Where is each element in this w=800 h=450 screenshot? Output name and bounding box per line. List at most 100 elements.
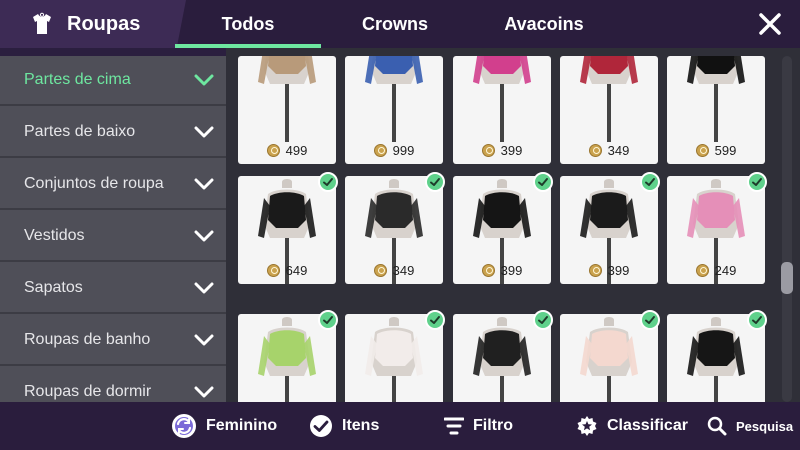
sort-label: Classificar — [607, 417, 688, 434]
avacoin-icon — [588, 264, 602, 277]
item-card[interactable]: 649 — [238, 176, 336, 284]
item-price: 399 — [453, 143, 551, 158]
tab-crowns-label: Crowns — [361, 13, 428, 34]
scrollbar-thumb[interactable] — [781, 262, 793, 294]
sidebar-item-sapatos[interactable]: Sapatos — [0, 264, 226, 314]
item-price-value: 399 — [500, 263, 523, 278]
scrollbar-track[interactable] — [782, 56, 792, 402]
search-icon — [707, 416, 727, 436]
item-card[interactable]: 399 — [453, 56, 551, 164]
category-sidebar: Partes de cima Partes de baixo Conjuntos… — [0, 56, 226, 402]
item-price-value: 999 — [392, 143, 415, 158]
item-price-value: 399 — [607, 263, 630, 278]
page-title: Roupas — [67, 13, 141, 35]
owned-check-icon — [533, 172, 553, 192]
sidebar-item-partes-de-baixo[interactable]: Partes de baixo — [0, 108, 226, 158]
owned-check-icon — [425, 310, 445, 330]
item-price-value: 249 — [714, 263, 737, 278]
item-card[interactable]: 599 — [667, 56, 765, 164]
avacoin-icon — [481, 144, 495, 157]
gender-toggle-button[interactable]: Feminino — [171, 402, 277, 450]
bottom-toolbar: Feminino Itens Filtro Classificar Pesqui… — [0, 402, 800, 450]
item-price: 499 — [238, 143, 336, 158]
chevron-down-icon — [194, 282, 214, 294]
check-circle-icon — [310, 415, 332, 437]
item-card[interactable]: 399 — [453, 176, 551, 284]
sidebar-item-label: Roupas de dormir — [24, 383, 152, 400]
item-price: 349 — [345, 263, 443, 278]
item-card[interactable]: 349 — [345, 176, 443, 284]
gender-label: Feminino — [206, 417, 278, 434]
avacoin-icon — [481, 264, 495, 277]
filter-label: Filtro — [473, 417, 513, 434]
avacoin-icon — [373, 144, 387, 157]
sidebar-item-label: Partes de baixo — [24, 123, 136, 140]
sort-button[interactable]: Classificar — [576, 402, 688, 450]
tab-avacoins[interactable]: Avacoins — [474, 0, 614, 48]
item-price: 399 — [453, 263, 551, 278]
item-price-value: 349 — [607, 143, 630, 158]
chevron-down-icon — [194, 178, 214, 190]
avacoin-icon — [588, 144, 602, 157]
avacoin-icon — [695, 264, 709, 277]
owned-check-icon — [318, 172, 338, 192]
owned-check-icon — [533, 310, 553, 330]
item-price-value: 599 — [714, 143, 737, 158]
search-button[interactable]: Pesquisa — [707, 402, 793, 450]
item-card[interactable]: 499 — [238, 56, 336, 164]
gender-swap-icon — [172, 414, 196, 438]
item-price-value: 399 — [500, 143, 523, 158]
avacoin-icon — [373, 264, 387, 277]
sidebar-item-label: Conjuntos de roupa — [24, 175, 164, 192]
item-price: 599 — [667, 143, 765, 158]
sidebar-item-conjuntos-de-roupa[interactable]: Conjuntos de roupa — [0, 160, 226, 210]
item-price: 399 — [560, 263, 658, 278]
tab-todos-label: Todos — [221, 13, 275, 34]
top-bar: Roupas Todos Crowns Avacoins — [0, 0, 800, 48]
avacoin-icon — [266, 144, 280, 157]
item-card[interactable]: 349 — [560, 56, 658, 164]
sidebar-item-label: Roupas de banho — [24, 331, 151, 348]
sidebar-item-label: Partes de cima — [24, 71, 131, 88]
chevron-down-icon — [194, 126, 214, 138]
owned-check-icon — [318, 310, 338, 330]
filter-icon — [444, 417, 464, 435]
sidebar-item-label: Sapatos — [24, 279, 83, 296]
chevron-down-icon — [194, 386, 214, 398]
tab-avacoins-label: Avacoins — [504, 13, 584, 34]
item-price: 349 — [560, 143, 658, 158]
search-label: Pesquisa — [736, 418, 794, 434]
chevron-down-icon — [194, 230, 214, 242]
tab-crowns[interactable]: Crowns — [336, 0, 454, 48]
item-price: 249 — [667, 263, 765, 278]
chevron-down-icon — [194, 74, 214, 86]
close-icon[interactable] — [756, 10, 784, 38]
owned-check-icon — [640, 172, 660, 192]
sidebar-item-partes-de-cima[interactable]: Partes de cima — [0, 56, 226, 106]
items-button[interactable]: Itens — [309, 402, 379, 450]
owned-check-icon — [747, 172, 767, 192]
brand-header: Roupas — [0, 0, 186, 48]
sidebar-item-vestidos[interactable]: Vestidos — [0, 212, 226, 262]
sidebar-item-roupas-de-banho[interactable]: Roupas de banho — [0, 316, 226, 366]
item-grid: 499 999 399 349 599 649 349 399 399 249 — [226, 48, 800, 402]
item-card[interactable]: 399 — [560, 176, 658, 284]
owned-check-icon — [640, 310, 660, 330]
sidebar-item-roupas-de-dormir[interactable]: Roupas de dormir — [0, 368, 226, 402]
owned-check-icon — [425, 172, 445, 192]
item-price-value: 499 — [285, 143, 308, 158]
owned-check-icon — [747, 310, 767, 330]
badge-star-icon — [577, 416, 597, 436]
items-label: Itens — [342, 417, 380, 434]
item-price: 999 — [345, 143, 443, 158]
item-card[interactable]: 249 — [667, 176, 765, 284]
shirt-icon — [33, 12, 51, 34]
filter-button[interactable]: Filtro — [444, 402, 513, 450]
avacoin-icon — [695, 144, 709, 157]
item-card[interactable]: 999 — [345, 56, 443, 164]
tab-todos[interactable]: Todos — [175, 0, 321, 48]
item-price-value: 349 — [392, 263, 415, 278]
sidebar-item-label: Vestidos — [24, 227, 85, 244]
item-price-value: 649 — [285, 263, 308, 278]
item-price: 649 — [238, 263, 336, 278]
